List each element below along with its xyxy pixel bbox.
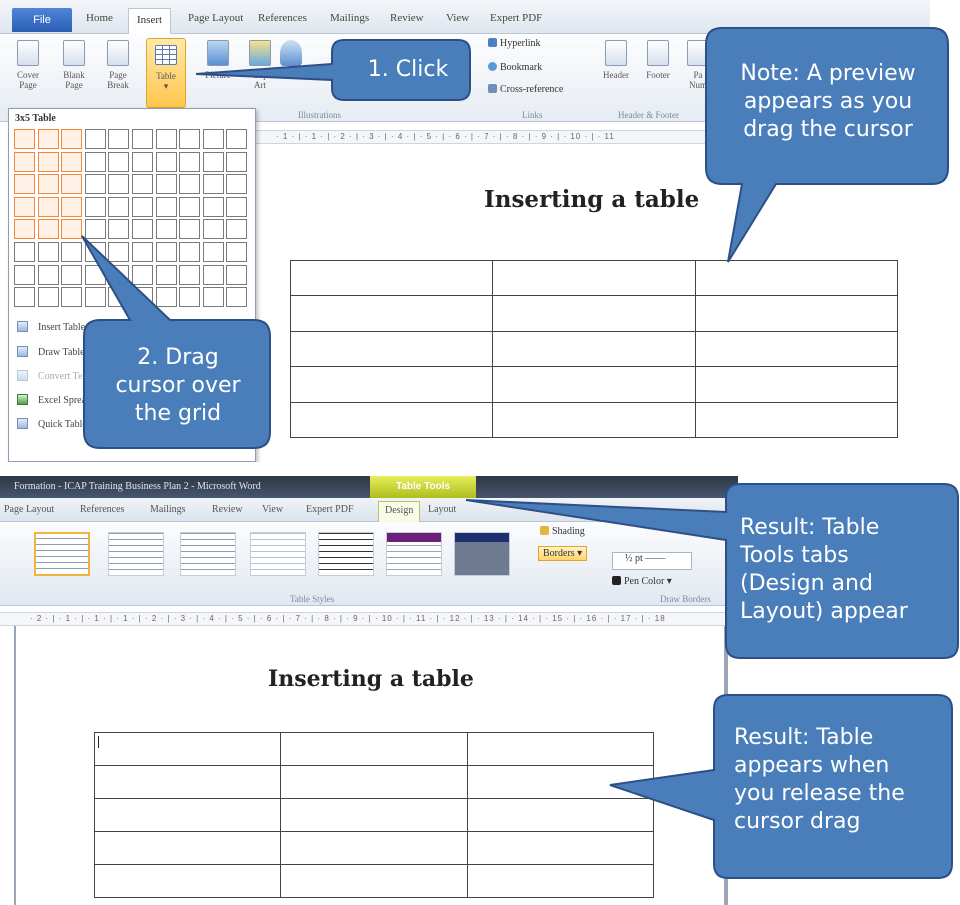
callout-appears-text: Result: Table appears when you release t… — [734, 725, 905, 834]
callout-drag-text: 2. Drag cursor over the grid — [115, 345, 241, 426]
callout-tools-text: Result: Table Tools tabs (Design and Lay… — [740, 515, 908, 624]
callout-click-text: 1. Click — [367, 57, 449, 82]
callout-preview-text: Note: A preview appears as you drag the … — [740, 61, 916, 142]
